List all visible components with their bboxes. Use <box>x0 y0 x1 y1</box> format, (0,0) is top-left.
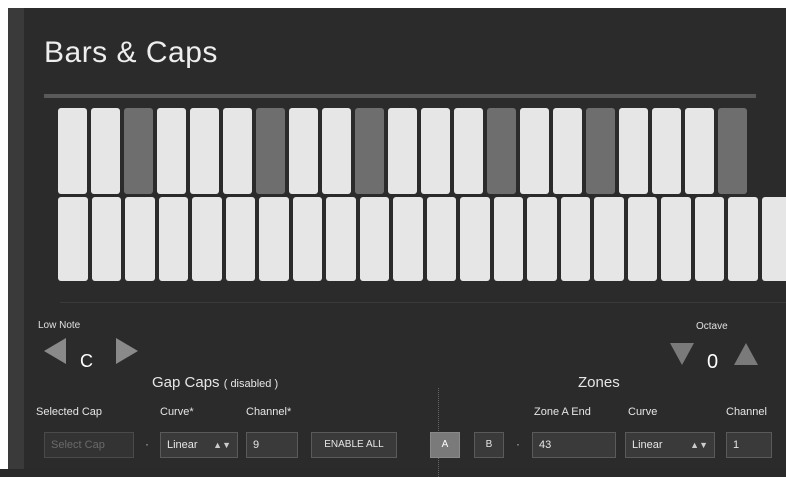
zones-curve-value: Linear <box>632 439 663 451</box>
bar-key[interactable] <box>652 108 681 194</box>
zones-curve-label: Curve <box>628 406 657 418</box>
low-note-value: C <box>80 351 93 372</box>
bar-key[interactable] <box>157 108 186 194</box>
cap-key[interactable] <box>762 197 786 281</box>
enable-all-button[interactable]: ENABLE ALL <box>311 432 397 458</box>
bar-key[interactable] <box>289 108 318 194</box>
low-note-label: Low Note <box>38 320 80 331</box>
select-arrows-icon: ▲▼ <box>690 433 708 457</box>
zones-separator-dot: · <box>516 437 520 451</box>
octave-label: Octave <box>696 321 728 332</box>
bar-key[interactable] <box>553 108 582 194</box>
zones-title: Zones <box>578 374 620 391</box>
bar-key[interactable] <box>454 108 483 194</box>
zones-channel-label: Channel <box>726 406 767 418</box>
cap-key[interactable] <box>527 197 557 281</box>
bars-caps-panel: Bars & Caps Low Note C Octave 0 Gap Caps… <box>24 8 786 469</box>
cap-key[interactable] <box>594 197 624 281</box>
cap-key[interactable] <box>125 197 155 281</box>
window-frame-top <box>0 0 786 8</box>
bar-key[interactable] <box>487 108 516 194</box>
keyboard <box>58 108 786 292</box>
cap-key[interactable] <box>226 197 256 281</box>
cap-key[interactable] <box>393 197 423 281</box>
zones-curve-select[interactable]: Linear ▲▼ <box>625 432 715 458</box>
cap-key[interactable] <box>58 197 88 281</box>
cap-key[interactable] <box>695 197 725 281</box>
page-title: Bars & Caps <box>44 36 218 70</box>
keyboard-top-row <box>58 108 747 194</box>
zone-a-end-input[interactable]: 43 <box>532 432 616 458</box>
bar-key[interactable] <box>586 108 615 194</box>
octave-increase-icon[interactable] <box>734 343 758 365</box>
cap-key[interactable] <box>159 197 189 281</box>
zone-a-end-label: Zone A End <box>534 406 591 418</box>
octave-value: 0 <box>707 351 718 374</box>
bar-key[interactable] <box>718 108 747 194</box>
cap-key[interactable] <box>293 197 323 281</box>
cap-key[interactable] <box>326 197 356 281</box>
cap-key[interactable] <box>628 197 658 281</box>
cap-key[interactable] <box>92 197 122 281</box>
separator-dot: · <box>145 437 149 451</box>
cap-key[interactable] <box>427 197 457 281</box>
cap-key[interactable] <box>561 197 591 281</box>
title-divider <box>44 94 756 98</box>
gap-caps-channel-label: Channel* <box>246 406 291 418</box>
bar-key[interactable] <box>355 108 384 194</box>
cap-key[interactable] <box>360 197 390 281</box>
cap-key[interactable] <box>192 197 222 281</box>
cap-key[interactable] <box>661 197 691 281</box>
cap-key[interactable] <box>494 197 524 281</box>
zone-a-button[interactable]: A <box>430 432 460 458</box>
bar-key[interactable] <box>388 108 417 194</box>
panel-left-border <box>8 8 24 469</box>
bar-key[interactable] <box>190 108 219 194</box>
bar-key[interactable] <box>58 108 87 194</box>
bar-key[interactable] <box>421 108 450 194</box>
gap-caps-title-text: Gap Caps <box>152 374 220 391</box>
bar-key[interactable] <box>223 108 252 194</box>
keyboard-bottom-row <box>58 197 786 281</box>
section-divider <box>60 302 786 303</box>
cap-key[interactable] <box>728 197 758 281</box>
selected-cap-input[interactable]: Select Cap <box>44 432 134 458</box>
gap-caps-channel-input[interactable]: 9 <box>246 432 298 458</box>
zones-channel-input[interactable]: 1 <box>726 432 772 458</box>
gap-caps-status: ( disabled ) <box>224 378 278 390</box>
gap-caps-curve-label: Curve* <box>160 406 194 418</box>
selected-cap-label: Selected Cap <box>36 406 102 418</box>
gap-caps-curve-value: Linear <box>167 439 198 451</box>
bar-key[interactable] <box>124 108 153 194</box>
bar-key[interactable] <box>91 108 120 194</box>
cap-key[interactable] <box>460 197 490 281</box>
low-note-increase-icon[interactable] <box>116 338 138 364</box>
cap-key[interactable] <box>259 197 289 281</box>
bar-key[interactable] <box>520 108 549 194</box>
bar-key[interactable] <box>322 108 351 194</box>
gap-caps-curve-select[interactable]: Linear ▲▼ <box>160 432 238 458</box>
bar-key[interactable] <box>619 108 648 194</box>
octave-decrease-icon[interactable] <box>670 343 694 365</box>
select-arrows-icon: ▲▼ <box>213 433 231 457</box>
low-note-decrease-icon[interactable] <box>44 338 66 364</box>
bar-key[interactable] <box>685 108 714 194</box>
bar-key[interactable] <box>256 108 285 194</box>
zone-b-button[interactable]: B <box>474 432 504 458</box>
window-frame-left <box>0 0 8 469</box>
gap-caps-title: Gap Caps ( disabled ) <box>152 374 278 391</box>
